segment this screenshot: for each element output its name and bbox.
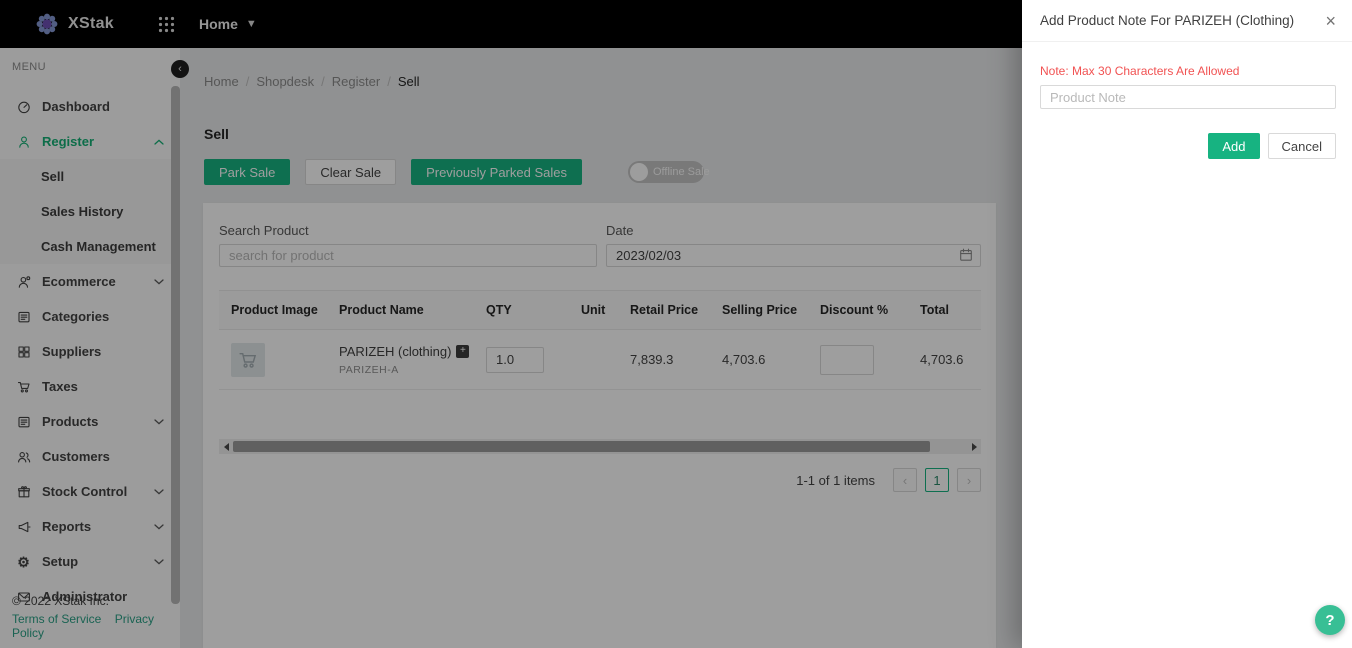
product-note-input[interactable] bbox=[1040, 85, 1336, 109]
note-hint-text: Note: Max 30 Characters Are Allowed bbox=[1040, 64, 1240, 78]
close-icon[interactable]: × bbox=[1325, 12, 1336, 30]
add-product-note-drawer: Add Product Note For PARIZEH (Clothing) … bbox=[1022, 0, 1352, 648]
help-button[interactable]: ? bbox=[1315, 605, 1345, 635]
drawer-title: Add Product Note For PARIZEH (Clothing) bbox=[1040, 13, 1295, 28]
app-window: XStak Home ▼ MENU Dashboard Register Sel… bbox=[0, 0, 1352, 648]
drawer-body: Note: Max 30 Characters Are Allowed Add … bbox=[1022, 42, 1352, 159]
question-mark-icon: ? bbox=[1325, 611, 1335, 629]
drawer-header: Add Product Note For PARIZEH (Clothing) … bbox=[1022, 0, 1352, 42]
drawer-actions: Add Cancel bbox=[1040, 133, 1336, 159]
add-button[interactable]: Add bbox=[1208, 133, 1260, 159]
cancel-button[interactable]: Cancel bbox=[1267, 133, 1336, 159]
